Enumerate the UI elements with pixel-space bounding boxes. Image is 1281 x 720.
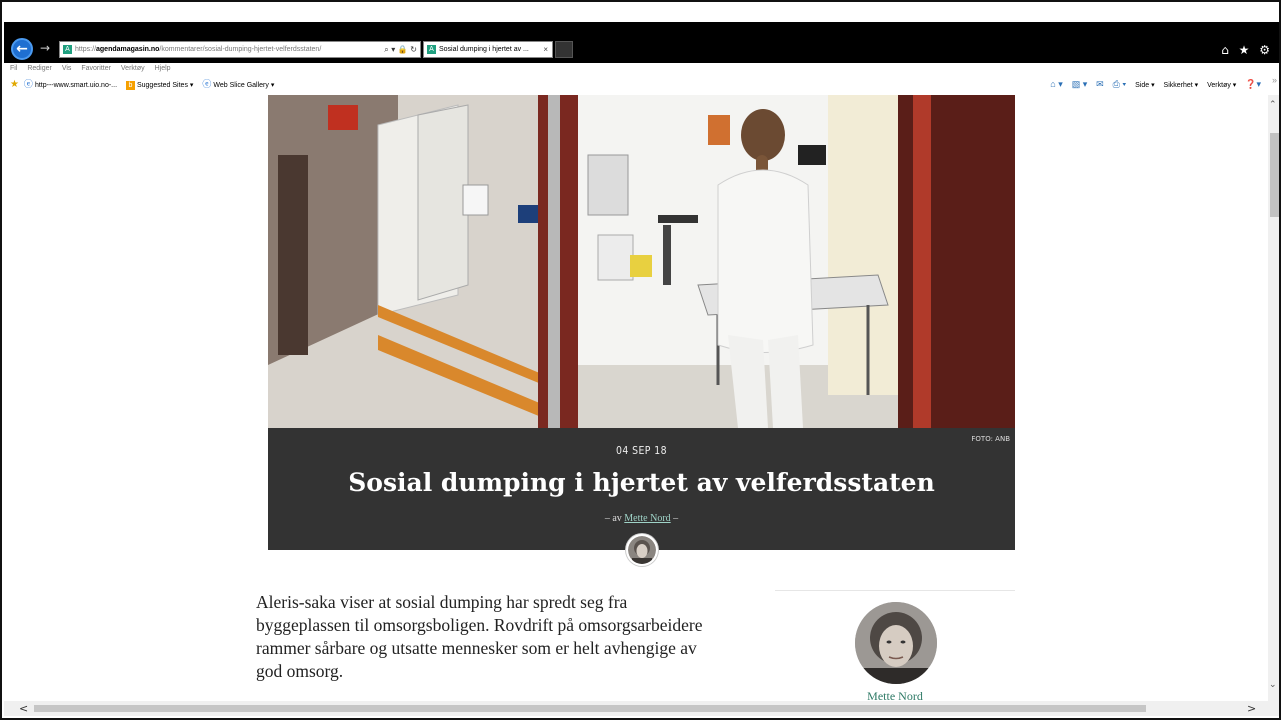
address-bar[interactable]: Ahttps://agendamagasin.no/kommentarer/so… <box>59 41 421 58</box>
print-icon[interactable]: ⎙ ▾ <box>1113 79 1126 89</box>
address-controls[interactable]: ⌕ ▾ 🔒 ↻ <box>382 42 417 57</box>
sidebar-author-name[interactable]: Mette Nord <box>775 689 1015 701</box>
favorite-suggested-sites[interactable]: Suggested Sites ▾ <box>137 82 193 89</box>
chevron-more-icon[interactable]: » <box>1272 70 1277 91</box>
url-host: agendamagasin.no <box>96 46 160 53</box>
hero-photo <box>268 95 1015 428</box>
hospital-corridor-illustration <box>268 95 1015 428</box>
help-icon[interactable]: ❓▾ <box>1245 79 1261 89</box>
menu-item-vis[interactable]: Vis <box>62 65 72 72</box>
photo-credit: FOTO: ANB <box>971 435 1010 443</box>
vertical-scroll-thumb[interactable] <box>1270 133 1279 217</box>
scroll-left-icon[interactable]: < <box>19 702 28 715</box>
horizontal-scroll-thumb[interactable] <box>34 705 1146 712</box>
navigation-bar: ← → Ahttps://agendamagasin.no/kommentare… <box>4 22 1279 63</box>
favorite-web-slice-gallery[interactable]: Web Slice Gallery ▾ <box>213 82 274 89</box>
ie-page-icon: ⓔ <box>23 79 33 89</box>
tab-active[interactable]: A Sosial dumping i hjertet av ... × <box>423 41 553 58</box>
home-favorites-settings-icons[interactable]: ⌂ ★ ⚙ <box>1221 43 1273 57</box>
feeds-icon[interactable]: ▧ ▾ <box>1072 79 1088 89</box>
favorites-star-icon[interactable]: ★ <box>10 79 19 90</box>
sidebar-divider <box>775 590 1015 591</box>
menu-item-rediger[interactable]: Rediger <box>27 65 52 72</box>
menu-item-fil[interactable]: Fil <box>10 65 17 72</box>
tab-favicon-icon: A <box>427 44 436 54</box>
tab-close-icon[interactable]: × <box>543 42 548 57</box>
menu-item-hjelp[interactable]: Hjelp <box>155 65 171 72</box>
new-tab-button[interactable] <box>555 41 573 58</box>
byline-prefix: – av <box>604 513 625 524</box>
scroll-right-icon[interactable]: > <box>1247 702 1256 715</box>
site-favicon-icon: A <box>63 44 72 54</box>
home-menu-icon[interactable]: ⌂ ▾ <box>1050 79 1062 89</box>
back-button[interactable]: ← <box>11 38 33 60</box>
menu-item-verktoy[interactable]: Verktøy <box>121 65 145 72</box>
menu-item-favoritter[interactable]: Favoritter <box>81 65 111 72</box>
avatar[interactable] <box>626 534 658 566</box>
favorite-link-smart-uio[interactable]: http---www.smart.uio.no-... <box>35 82 117 89</box>
verktoy-menu-button[interactable]: Verktøy ▾ <box>1207 82 1236 89</box>
side-menu-button[interactable]: Side ▾ <box>1135 82 1154 89</box>
url-path: /kommentarer/sosial-dumping-hjertet-velf… <box>159 46 322 53</box>
sikkerhet-menu-button[interactable]: Sikkerhet ▾ <box>1164 82 1199 89</box>
scrollbar-corner <box>1268 701 1279 716</box>
page-viewport: FOTO: ANB 04 SEP 18 Sosial dumping i hje… <box>4 95 1268 701</box>
ie-page-icon: ⓔ <box>202 79 212 89</box>
url-protocol: https:// <box>75 46 97 53</box>
author-link[interactable]: Mette Nord <box>624 513 670 524</box>
title-strip <box>2 2 1279 22</box>
article-lead: Aleris-saka viser at sosial dumping har … <box>256 592 703 681</box>
page-title: Sosial dumping i hjertet av velferdsstat… <box>348 468 935 497</box>
publish-date: 04 SEP 18 <box>615 444 668 457</box>
author-portrait-icon <box>855 602 937 684</box>
scroll-down-icon[interactable]: ⌄ <box>1269 680 1277 690</box>
byline-suffix: – <box>670 513 679 524</box>
byline: – av Mette Nord – <box>268 513 1015 524</box>
command-bar: ⌂ ▾ ▧ ▾ ✉ ⎙ ▾ Side ▾ Sikkerhet ▾ Verktøy… <box>1043 74 1261 96</box>
menu-bar: Fil Rediger Vis Favoritter Verktøy Hjelp <box>4 63 1279 74</box>
favorites-bar: ★ ⓔ http---www.smart.uio.no-... b Suggeste… <box>4 74 1279 96</box>
mail-icon[interactable]: ✉ <box>1096 79 1104 89</box>
browser-window: ← → Ahttps://agendamagasin.no/kommentare… <box>0 0 1281 720</box>
author-photo[interactable] <box>855 602 937 684</box>
vertical-scrollbar[interactable]: ⌃ ⌄ <box>1268 95 1279 701</box>
tab-title: Sosial dumping i hjertet av ... <box>439 46 529 53</box>
author-face-icon <box>628 536 656 564</box>
article-header: FOTO: ANB 04 SEP 18 Sosial dumping i hje… <box>268 428 1015 550</box>
bing-icon: b <box>125 80 135 90</box>
scroll-up-icon[interactable]: ⌃ <box>1269 100 1277 110</box>
horizontal-scrollbar[interactable]: < > <box>4 701 1268 716</box>
forward-button[interactable]: → <box>40 41 50 55</box>
